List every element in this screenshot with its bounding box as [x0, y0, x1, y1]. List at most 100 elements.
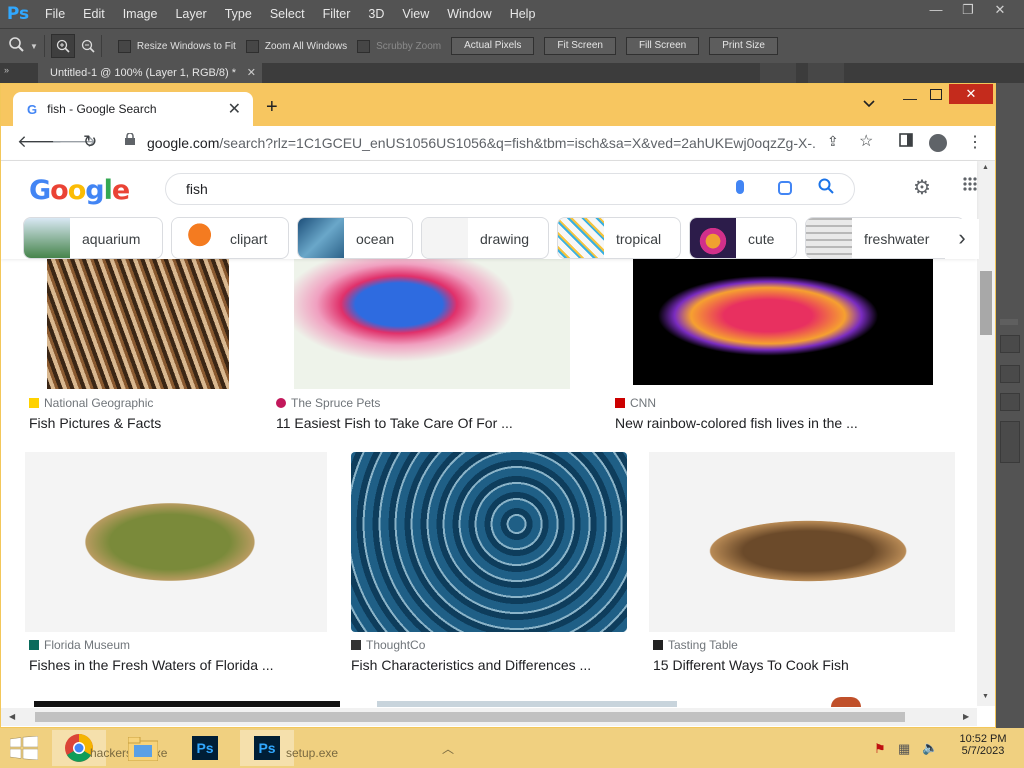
result-source[interactable]: National Geographic: [29, 396, 153, 410]
menu-help[interactable]: Help: [501, 0, 545, 28]
zoom-tool-icon[interactable]: [8, 36, 26, 56]
horizontal-scrollbar-thumb[interactable]: [35, 712, 905, 722]
school-of-fish-image[interactable]: [351, 452, 627, 632]
image-result-thoughtco[interactable]: ThoughtCo Fish Characteristics and Diffe…: [351, 452, 627, 676]
network-icon[interactable]: ▦: [898, 741, 910, 757]
image-result-cnn[interactable]: CNN New rainbow-colored fish lives in th…: [615, 259, 955, 431]
menu-filter[interactable]: Filter: [314, 0, 360, 28]
florida-fish-image[interactable]: [25, 452, 327, 632]
menu-select[interactable]: Select: [261, 0, 314, 28]
voice-search-mic-icon[interactable]: [736, 180, 744, 194]
image-result-tasting-table[interactable]: Tasting Table 15 Different Ways To Cook …: [649, 452, 957, 676]
scrubby-zoom-checkbox[interactable]: Scrubby Zoom: [357, 39, 441, 53]
collapse-panels-icon[interactable]: »: [4, 65, 9, 75]
betta-fish-image[interactable]: [294, 259, 570, 389]
url-text[interactable]: google.com/search?rlz=1C1GCEU_enUS1056US…: [147, 135, 817, 151]
checkbox-box[interactable]: [117, 39, 131, 53]
network-warning-icon[interactable]: ⚑: [874, 741, 886, 757]
checkbox-box[interactable]: [245, 39, 259, 53]
menu-window[interactable]: Window: [438, 0, 500, 28]
chip-drawing[interactable]: drawing: [421, 217, 549, 259]
document-tab-close-icon[interactable]: ✕: [247, 63, 256, 83]
fit-screen-button[interactable]: Fit Screen: [544, 37, 616, 55]
chip-ocean[interactable]: ocean: [297, 217, 413, 259]
address-bar[interactable]: google.com/search?rlz=1C1GCEU_enUS1056US…: [117, 129, 873, 157]
chip-aquarium[interactable]: aquarium: [23, 217, 163, 259]
result-title[interactable]: New rainbow-colored fish lives in the ..…: [615, 415, 858, 431]
horizontal-scrollbar[interactable]: ◀ ▶: [1, 708, 977, 726]
checkbox-box[interactable]: [357, 39, 371, 53]
panel-tab[interactable]: [760, 63, 796, 83]
bookmark-star-icon[interactable]: ☆: [859, 131, 873, 151]
result-title[interactable]: 11 Easiest Fish to Take Care Of For ...: [276, 415, 513, 431]
chip-freshwater[interactable]: freshwater: [805, 217, 965, 259]
tool-preset-dropdown-icon[interactable]: ▼: [30, 42, 38, 51]
result-source[interactable]: Tasting Table: [653, 638, 738, 652]
result-source[interactable]: The Spruce Pets: [276, 396, 380, 410]
taskbar-photoshop[interactable]: Ps: [178, 730, 232, 766]
search-icon[interactable]: [818, 178, 834, 199]
scroll-left-arrow-icon[interactable]: ◀: [9, 712, 15, 721]
windows-start-icon[interactable]: [9, 735, 39, 763]
image-result-florida-museum[interactable]: Florida Museum Fishes in the Fresh Water…: [25, 452, 329, 676]
chip-tropical[interactable]: tropical: [557, 217, 681, 259]
lock-icon[interactable]: [125, 133, 135, 145]
vertical-scrollbar-thumb[interactable]: [980, 271, 992, 335]
minimize-button[interactable]: —: [903, 90, 917, 106]
cooked-fish-image[interactable]: [649, 452, 955, 632]
result-title[interactable]: Fish Characteristics and Differences ...: [351, 657, 591, 673]
result-title[interactable]: 15 Different Ways To Cook Fish: [653, 657, 849, 673]
new-tab-button[interactable]: +: [266, 96, 278, 119]
taskbar-chevron-up-icon[interactable]: ︿: [442, 740, 454, 757]
reload-icon[interactable]: ↻: [83, 132, 97, 152]
rainbow-fish-image[interactable]: [633, 259, 933, 385]
tab-search-chevron-icon[interactable]: [863, 97, 875, 111]
scroll-up-arrow-icon[interactable]: ▲: [982, 164, 989, 171]
browser-tab[interactable]: G fish - Google Search ✕: [13, 92, 253, 126]
system-clock[interactable]: 10:52 PM 5/7/2023: [950, 733, 1016, 757]
google-lens-camera-icon[interactable]: [778, 181, 792, 195]
chip-clipart[interactable]: clipart: [171, 217, 289, 259]
google-logo[interactable]: Google: [29, 175, 130, 206]
profile-avatar-icon[interactable]: [929, 134, 947, 152]
ps-restore-button[interactable]: ❐: [952, 0, 984, 22]
menu-edit[interactable]: Edit: [74, 0, 114, 28]
result-title[interactable]: Fishes in the Fresh Waters of Florida ..…: [29, 657, 274, 673]
panel-button[interactable]: [1000, 335, 1020, 353]
share-icon[interactable]: ⇪: [827, 133, 839, 150]
result-source[interactable]: Florida Museum: [29, 638, 130, 652]
image-result-partial[interactable]: [377, 701, 677, 707]
panel-dropdown[interactable]: [1000, 365, 1020, 383]
result-title[interactable]: Fish Pictures & Facts: [29, 415, 161, 431]
search-input[interactable]: fish: [165, 173, 855, 205]
chips-next-arrow-icon[interactable]: ›: [945, 219, 979, 259]
result-source[interactable]: CNN: [615, 396, 656, 410]
result-source[interactable]: ThoughtCo: [351, 638, 425, 652]
scroll-right-arrow-icon[interactable]: ▶: [963, 712, 969, 721]
image-result-spruce-pets[interactable]: The Spruce Pets 11 Easiest Fish to Take …: [276, 259, 592, 431]
panel-dropdown[interactable]: [1000, 393, 1020, 411]
zoom-out-icon[interactable]: [81, 39, 95, 53]
close-window-button[interactable]: ✕: [949, 84, 993, 104]
google-apps-grid-icon[interactable]: [963, 177, 977, 195]
lionfish-image[interactable]: [47, 259, 229, 389]
taskbar-file-explorer[interactable]: [116, 730, 170, 766]
maximize-button[interactable]: [930, 89, 942, 100]
scroll-down-arrow-icon[interactable]: ▼: [982, 693, 989, 700]
ps-close-button[interactable]: ✕: [984, 0, 1016, 22]
panel-menu-icon[interactable]: [1000, 319, 1018, 325]
panel-scroll[interactable]: [1000, 421, 1020, 463]
side-panel-icon[interactable]: [899, 133, 913, 150]
volume-muted-icon[interactable]: 🔈: [922, 740, 938, 756]
menu-image[interactable]: Image: [114, 0, 167, 28]
search-query-text[interactable]: fish: [186, 181, 208, 197]
actual-pixels-button[interactable]: Actual Pixels: [451, 37, 535, 55]
image-result-partial[interactable]: [34, 701, 340, 707]
document-tab[interactable]: Untitled-1 @ 100% (Layer 1, RGB/8) * ✕: [38, 63, 262, 83]
chip-cute[interactable]: cute: [689, 217, 797, 259]
menu-view[interactable]: View: [393, 0, 438, 28]
resize-windows-checkbox[interactable]: Resize Windows to Fit: [117, 39, 236, 53]
print-size-button[interactable]: Print Size: [709, 37, 778, 55]
settings-gear-icon[interactable]: ⚙: [913, 175, 931, 200]
menu-3d[interactable]: 3D: [359, 0, 393, 28]
